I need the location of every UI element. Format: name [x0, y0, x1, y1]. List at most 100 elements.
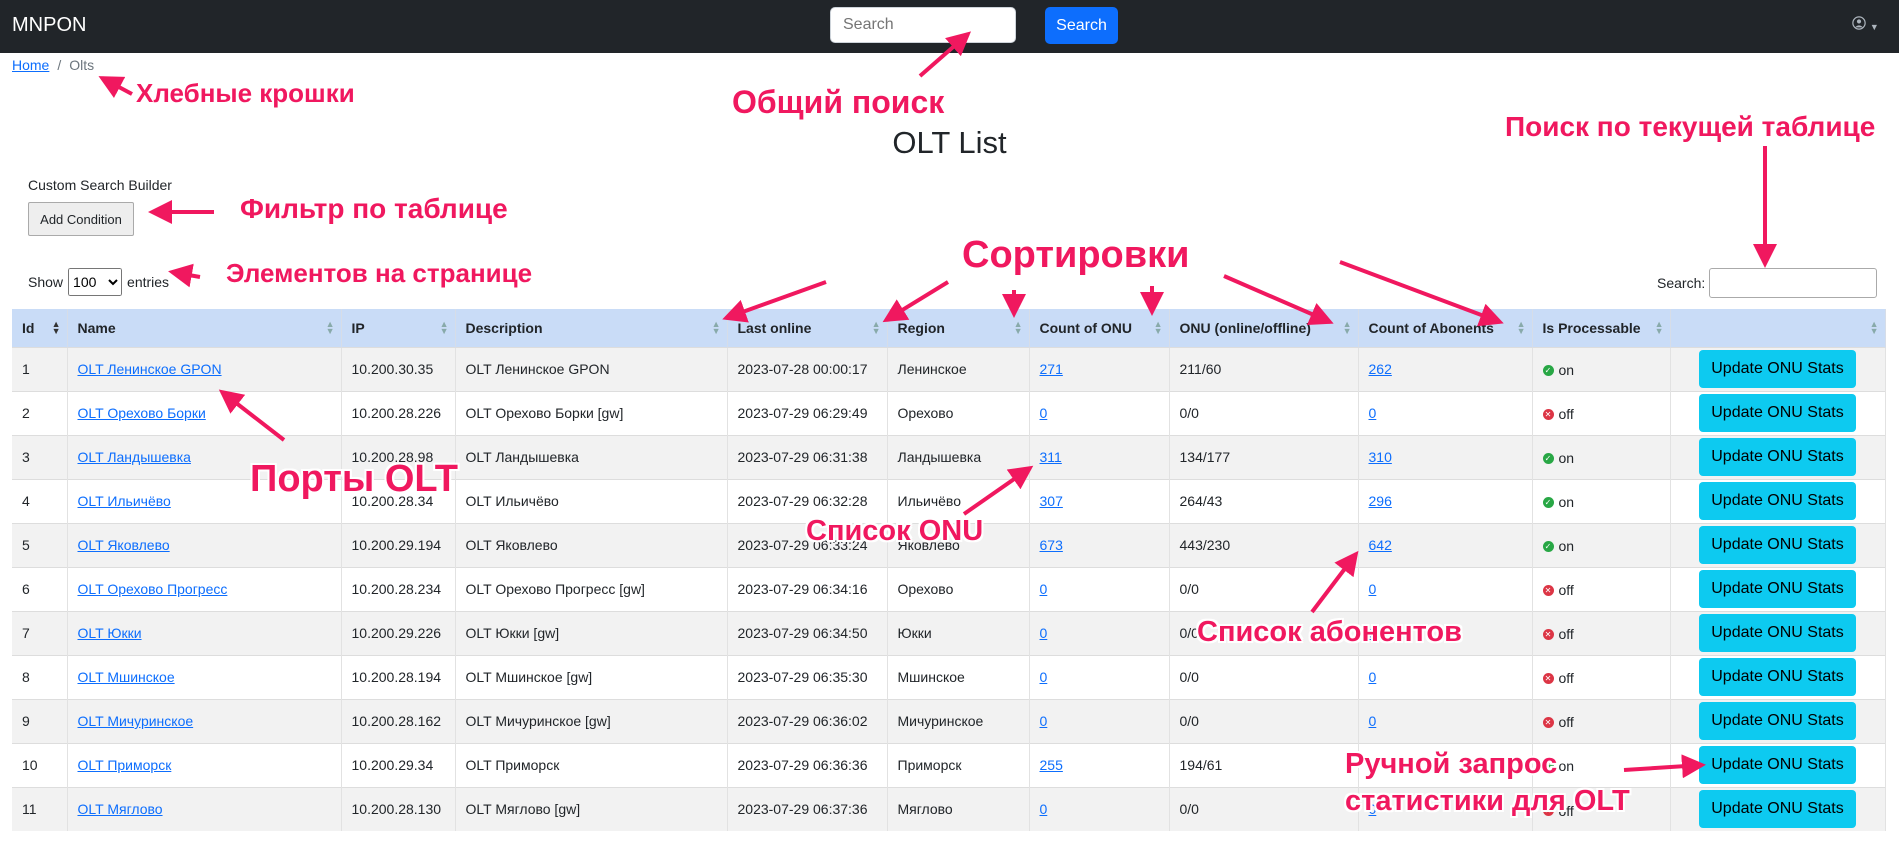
update-onu-stats-button[interactable]: Update ONU Stats: [1699, 482, 1856, 520]
abonents-count-cell: 310: [1358, 434, 1533, 479]
add-condition-button[interactable]: Add Condition: [28, 202, 134, 236]
olt-description: OLT Мяглово [gw]: [465, 801, 581, 818]
processable-label: on: [1558, 494, 1575, 511]
show-label: Show: [28, 274, 64, 290]
onu-count-cell: 673: [1029, 522, 1170, 567]
column-header-6[interactable]: Count of ONU ▲ ▼: [1029, 309, 1170, 347]
olt-name-link[interactable]: OLT Ландышевка: [78, 449, 191, 465]
check-circle-icon: ✓: [1542, 364, 1554, 376]
search-button[interactable]: Search: [1045, 7, 1118, 44]
onu-status: 211/60: [1179, 361, 1222, 377]
table-row: 8 OLT Мшинское 10.200.28.194 OLT Мшинское […: [12, 654, 1886, 699]
processable-cell: ✓ on: [1532, 522, 1671, 567]
olt-name-cell: OLT Мшинское: [67, 654, 342, 699]
abonents-count-link[interactable]: 0: [1369, 405, 1377, 421]
onu-count-link[interactable]: 0: [1040, 801, 1048, 817]
olt-name-link[interactable]: OLT Приморск: [78, 757, 172, 773]
column-header-5[interactable]: Region ▲ ▼: [887, 309, 1030, 347]
olt-region: Юкки: [897, 625, 932, 641]
column-header-3[interactable]: Description ▲ ▼: [455, 309, 728, 347]
update-onu-stats-button[interactable]: Update ONU Stats: [1699, 350, 1856, 388]
sort-arrows-icon: ▲ ▼: [51, 319, 61, 336]
olt-name-link[interactable]: OLT Ильичёво: [78, 493, 171, 509]
olt-ip: 10.200.29.194: [351, 537, 442, 553]
annotation-sorting: Сортировки: [962, 234, 1190, 276]
onu-count-link[interactable]: 255: [1040, 757, 1063, 773]
column-header-4[interactable]: Last online ▲ ▼: [727, 309, 888, 347]
abonents-count-link[interactable]: 642: [1369, 537, 1392, 553]
processable-cell: ✕ off: [1532, 610, 1671, 655]
column-header-7[interactable]: ONU (online/offline) ▲ ▼: [1169, 309, 1359, 347]
abonents-count-link[interactable]: 310: [1369, 449, 1392, 465]
olt-name-link[interactable]: OLT Мшинское: [78, 669, 175, 685]
olt-description-cell: OLT Ильичёво: [455, 478, 728, 523]
olt-name-link[interactable]: OLT Мичуринское: [78, 713, 194, 729]
abonents-count-link[interactable]: 0: [1369, 669, 1377, 685]
annotation-page-size: Элементов на странице: [226, 258, 533, 288]
processable-cell: ✕ off: [1532, 566, 1671, 611]
column-header-1[interactable]: Name ▲ ▼: [67, 309, 342, 347]
column-header-2[interactable]: IP ▲ ▼: [341, 309, 456, 347]
update-onu-stats-button[interactable]: Update ONU Stats: [1699, 438, 1856, 476]
olt-name-link[interactable]: OLT Орехово Прогресс: [78, 581, 228, 597]
olt-name-link[interactable]: OLT Мяглово: [78, 801, 163, 817]
action-cell: Update ONU Stats: [1670, 566, 1886, 611]
olt-id-cell: 6: [12, 566, 68, 611]
x-circle-icon: ✕: [1542, 408, 1554, 420]
abonents-count-link[interactable]: 0: [1369, 713, 1377, 729]
olt-id-cell: 3: [12, 434, 68, 479]
olt-ip: 10.200.28.226: [351, 405, 442, 421]
table-search-input[interactable]: [1709, 268, 1878, 298]
onu-count-link[interactable]: 0: [1040, 669, 1048, 685]
olt-last-online: 2023-07-28 00:00:17: [737, 361, 868, 377]
column-header-8[interactable]: Count of Abonents ▲ ▼: [1358, 309, 1533, 347]
update-onu-stats-button[interactable]: Update ONU Stats: [1699, 570, 1856, 608]
onu-count-link[interactable]: 311: [1040, 449, 1062, 465]
abonents-count-link[interactable]: 296: [1369, 493, 1392, 509]
olt-id: 8: [22, 669, 30, 685]
onu-count-link[interactable]: 673: [1040, 537, 1063, 553]
update-onu-stats-button[interactable]: Update ONU Stats: [1699, 614, 1856, 652]
abonents-count-link[interactable]: 262: [1369, 361, 1392, 377]
entries-label: entries: [127, 274, 170, 290]
onu-status-cell: 211/60: [1169, 346, 1359, 391]
abonents-count-link[interactable]: 0: [1369, 581, 1377, 597]
column-header-0[interactable]: Id ▲ ▼: [12, 309, 68, 347]
olt-name-link[interactable]: OLT Юкки: [78, 625, 142, 641]
column-header-9[interactable]: Is Processable ▲ ▼: [1532, 309, 1671, 347]
annotation-breadcrumbs: Хлебные крошки: [136, 78, 355, 108]
table-header-row: Id ▲ ▼ Name ▲ ▼ IP ▲ ▼ Description ▲ ▼ Last online ▲ ▼…: [12, 309, 1886, 347]
olt-name-link[interactable]: OLT Орехово Борки: [78, 405, 206, 421]
olt-id: 5: [22, 537, 30, 553]
olt-ip-cell: 10.200.30.35: [341, 346, 456, 391]
olt-name-link[interactable]: OLT Яковлево: [78, 537, 170, 553]
olt-name-link[interactable]: OLT Ленинское GPON: [78, 361, 222, 377]
page-length-control: Show 100 entries: [28, 268, 169, 296]
update-onu-stats-button[interactable]: Update ONU Stats: [1699, 394, 1856, 432]
onu-count-link[interactable]: 0: [1040, 581, 1048, 597]
column-header-10[interactable]: ▲ ▼: [1670, 309, 1886, 347]
onu-count-cell: 0: [1029, 654, 1170, 699]
user-menu[interactable]: ▼: [1852, 16, 1879, 33]
update-onu-stats-button[interactable]: Update ONU Stats: [1699, 526, 1856, 564]
breadcrumb-home-link[interactable]: Home: [12, 57, 49, 73]
abonents-count-cell: 296: [1358, 478, 1533, 523]
column-header-label: Description: [465, 319, 543, 336]
update-onu-stats-button[interactable]: Update ONU Stats: [1699, 658, 1856, 696]
action-cell: Update ONU Stats: [1670, 390, 1886, 435]
onu-count-link[interactable]: 0: [1040, 713, 1048, 729]
update-onu-stats-button[interactable]: Update ONU Stats: [1699, 702, 1856, 740]
onu-count-link[interactable]: 307: [1040, 493, 1063, 509]
brand-logo[interactable]: MNPON: [12, 14, 86, 37]
processable-cell: ✓ on: [1532, 346, 1671, 391]
olt-region-cell: Юкки: [887, 610, 1030, 655]
update-onu-stats-button[interactable]: Update ONU Stats: [1699, 746, 1856, 784]
page-length-select[interactable]: 100: [68, 268, 123, 296]
onu-count-link[interactable]: 0: [1040, 625, 1048, 641]
onu-count-link[interactable]: 271: [1040, 361, 1063, 377]
update-onu-stats-button[interactable]: Update ONU Stats: [1699, 790, 1856, 829]
global-search-input[interactable]: [830, 7, 1016, 43]
onu-count-link[interactable]: 0: [1040, 405, 1048, 421]
olt-region-cell: Орехово: [887, 566, 1030, 611]
onu-count-cell: 311: [1029, 434, 1170, 479]
